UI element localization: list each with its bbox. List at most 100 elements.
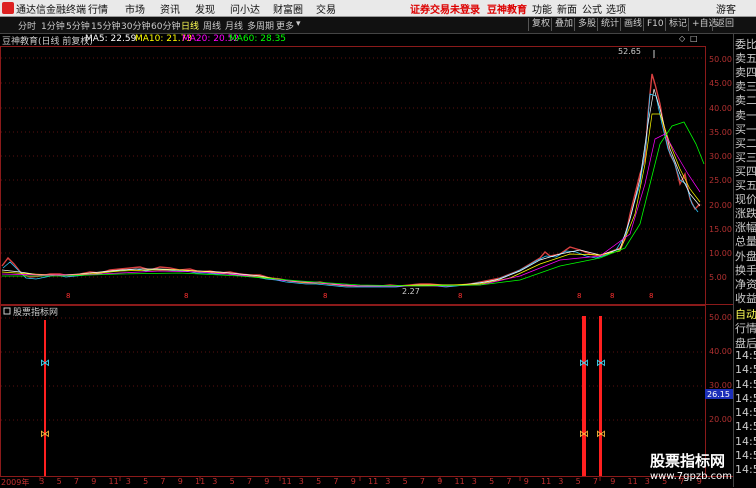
sidebar-lower-item[interactable]: 14:5	[735, 406, 756, 419]
menu-jiaoyi[interactable]: 交易	[316, 1, 336, 16]
x-tick-label: 9	[610, 477, 616, 486]
chart-area[interactable]: 52.65 2.27 8 8 8 8 8 8 8 股票指标网 ⋈ ⋈ ⋈ ⋈ ⋈ ⋈ 26…	[0, 34, 733, 487]
indicator-box-icon	[3, 307, 11, 315]
stats-button[interactable]: 统计	[597, 18, 622, 31]
event-markers: 8 8 8 8 8 8 8	[66, 292, 653, 300]
period-weekly[interactable]: 周线	[203, 19, 221, 32]
drawline-button[interactable]: 画线	[620, 18, 645, 31]
trade-login-alert[interactable]: 证券交易未登录	[410, 1, 480, 16]
ind-y-tick: 40.00	[709, 347, 732, 356]
sidebar-lower-item[interactable]: 14:5	[735, 392, 756, 405]
menu-zixun[interactable]: 资讯	[160, 1, 180, 16]
x-tick-label: 11	[281, 477, 292, 486]
user-label[interactable]: 游客	[716, 1, 736, 16]
period-5min[interactable]: 5分钟	[66, 19, 90, 32]
x-tick-label: 2009年	[1, 478, 30, 487]
x-tick-label: 5	[143, 477, 149, 486]
x-tick-label: 11	[368, 477, 379, 486]
quote-sidebar: 委比 卖五 卖四 卖三 卖二 卖一 买一 买二 买三 买四 买五 现价 涨跌 涨幅 总量 外盘 换手 净资 收益 自动…	[733, 34, 756, 487]
x-tick-label: 7	[73, 477, 79, 486]
butterfly-icon: ⋈	[596, 429, 606, 440]
ma20-line	[1, 133, 701, 287]
y-tick: 45.00	[709, 79, 732, 88]
x-tick-label: 11	[627, 477, 638, 486]
x-tick-label: 9	[91, 477, 97, 486]
x-tick-label: 5	[56, 477, 62, 486]
x-tick-label: 9	[177, 477, 183, 486]
chevron-down-icon[interactable]: ▾	[296, 19, 301, 29]
indicator-title: 股票指标网	[13, 306, 58, 318]
menu-xinmian[interactable]: 新面	[557, 1, 577, 16]
x-tick-label: 5	[229, 477, 235, 486]
x-tick-label: 5	[575, 477, 581, 486]
sidebar-lower-item[interactable]: 14:5	[735, 435, 756, 448]
multistock-button[interactable]: 多股	[574, 18, 599, 31]
period-fenshi[interactable]: 分时	[18, 19, 36, 32]
menu-faxian[interactable]: 发现	[195, 1, 215, 16]
x-tick-label: 3	[39, 477, 45, 486]
x-tick-label: 3	[298, 477, 304, 486]
x-tick-label: 7	[246, 477, 252, 486]
menu-gongshi[interactable]: 公式	[582, 1, 602, 16]
period-30min[interactable]: 30分钟	[121, 19, 150, 32]
sidebar-lower-item[interactable]: 14:5	[735, 363, 756, 376]
menubar: 通达信金融终端 行情 市场 资讯 发现 问小达 财富圈 交易 证券交易未登录 豆…	[0, 0, 756, 17]
x-tick-label: 5	[402, 477, 408, 486]
x-tick-label: 7	[592, 477, 598, 486]
mark-button[interactable]: 标记	[665, 18, 690, 31]
y-tick: 10.00	[709, 249, 732, 258]
menu-hangqing[interactable]: 行情	[88, 1, 108, 16]
high-label: 52.65	[618, 47, 641, 56]
x-tick-label: 11	[195, 477, 206, 486]
menu-gongneng[interactable]: 功能	[532, 1, 552, 16]
x-tick-label: 5	[489, 477, 495, 486]
price-series-dn	[2, 93, 699, 288]
signal-bar	[582, 316, 586, 476]
svg-text:8: 8	[66, 292, 70, 300]
sidebar-item[interactable]: 收益	[735, 290, 756, 306]
sidebar-lower-item[interactable]: 14:5	[735, 378, 756, 391]
ind-y-tick: 50.00	[709, 313, 732, 322]
x-tick-label: 11	[108, 477, 119, 486]
period-daily[interactable]: 日线	[181, 19, 199, 32]
sidebar-lower-item[interactable]: 14:5	[735, 463, 756, 476]
menu-wenxiaoda[interactable]: 问小达	[230, 1, 260, 16]
signal-bars	[44, 316, 602, 476]
sidebar-lower-item[interactable]: 14:5	[735, 420, 756, 433]
signal-markers: ⋈ ⋈ ⋈ ⋈ ⋈ ⋈	[40, 358, 606, 440]
x-tick-label: 3	[471, 477, 477, 486]
period-multi[interactable]: 多周期	[247, 19, 274, 32]
f10-button[interactable]: F10	[643, 18, 667, 31]
period-more[interactable]: 更多	[276, 19, 294, 32]
ma60-line	[2, 121, 705, 287]
svg-text:8: 8	[610, 292, 614, 300]
partner-label[interactable]: 豆神教育	[487, 1, 527, 16]
back-button[interactable]: 返回	[712, 18, 737, 31]
sidebar-lower-item[interactable]: 14:5	[735, 449, 756, 462]
y-tick: 35.00	[709, 128, 732, 137]
signal-bar	[599, 316, 602, 476]
y-tick: 40.00	[709, 104, 732, 113]
svg-text:8: 8	[184, 292, 188, 300]
period-monthly[interactable]: 月线	[225, 19, 243, 32]
menu-caifuquan[interactable]: 财富圈	[273, 1, 303, 16]
x-tick-label: 9	[264, 477, 270, 486]
menu-shichang[interactable]: 市场	[125, 1, 145, 16]
watermark: 股票指标网 www.7gpzb.com	[650, 450, 732, 482]
svg-text:8: 8	[323, 292, 327, 300]
sidebar-lower-item[interactable]: 14:5	[735, 349, 756, 362]
period-60min[interactable]: 60分钟	[151, 19, 180, 32]
fuquan-button[interactable]: 复权	[528, 18, 553, 31]
period-15min[interactable]: 15分钟	[91, 19, 120, 32]
x-tick-label: 7	[506, 477, 512, 486]
period-1min[interactable]: 1分钟	[41, 19, 65, 32]
x-tick-label: 7	[160, 477, 166, 486]
low-label: 2.27	[402, 287, 420, 296]
butterfly-icon: ⋈	[579, 358, 589, 369]
main-chart-frame	[0, 46, 706, 305]
y-tick: 15.00	[709, 225, 732, 234]
overlay-button[interactable]: 叠加	[551, 18, 576, 31]
menu-xuanxiang[interactable]: 选项	[606, 1, 626, 16]
watermark-url: www.7gpzb.com	[650, 471, 732, 482]
y-tick: 30.00	[709, 152, 732, 161]
